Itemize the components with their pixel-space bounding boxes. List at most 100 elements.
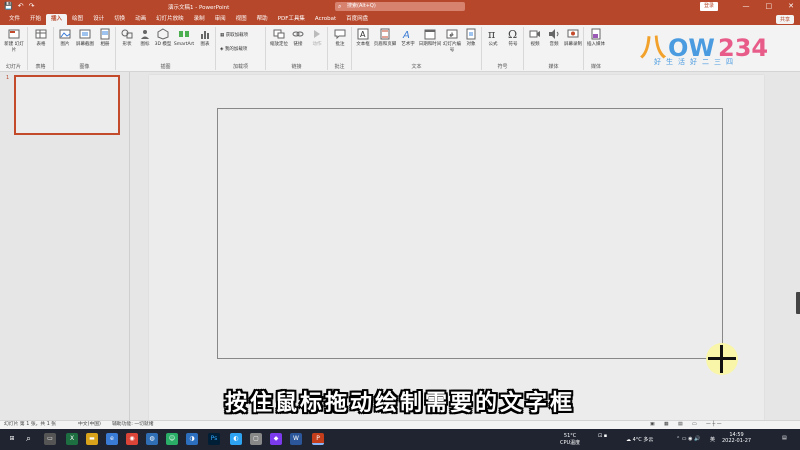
reading-view-icon[interactable]: ▤: [678, 421, 683, 429]
slide-sorter-icon[interactable]: ▦: [664, 421, 669, 429]
app-icon-2[interactable]: ▢: [250, 433, 262, 445]
search-box[interactable]: ⌕ 搜索(Alt+Q): [335, 2, 465, 11]
accessibility-status[interactable]: 辅助功能: 一切就绪: [112, 421, 154, 429]
new-slide-icon: [8, 29, 20, 39]
tray-icons[interactable]: ⊡ ▪: [598, 433, 607, 439]
tab-home[interactable]: 开始: [25, 14, 46, 25]
3d-models-button[interactable]: 3D 模型: [152, 28, 174, 48]
textbox-draw-frame[interactable]: [217, 108, 723, 359]
chart-button[interactable]: 图表: [194, 28, 216, 48]
clock[interactable]: 14:59 2022-01-27: [722, 432, 751, 444]
tab-design[interactable]: 设计: [88, 14, 109, 25]
window-controls: — □ ✕: [743, 1, 795, 12]
new-slide-button[interactable]: 新建 幻灯片: [3, 28, 25, 53]
slideshow-icon[interactable]: ▭: [692, 421, 697, 429]
tab-review[interactable]: 审阅: [210, 14, 231, 25]
search-placeholder: 搜索(Alt+Q): [347, 3, 376, 9]
chat-app-icon[interactable]: ◑: [186, 433, 198, 445]
header-footer-button[interactable]: 页眉和页脚: [372, 28, 398, 48]
edge-icon[interactable]: e: [106, 433, 118, 445]
action-icon: [314, 30, 320, 38]
tab-insert[interactable]: 插入: [46, 14, 68, 25]
equation-label: 公式: [488, 42, 498, 47]
weather-text: 4°C 多云: [632, 437, 654, 443]
zoom-label: 缩放定位: [270, 42, 288, 47]
powerpoint-icon[interactable]: P: [312, 433, 324, 445]
document-title: 演示文稿1 - PowerPoint: [168, 5, 230, 11]
symbol-button[interactable]: Ω 符号: [502, 28, 524, 48]
app-icon[interactable]: ◐: [230, 433, 242, 445]
minimize-button[interactable]: —: [743, 1, 750, 12]
slide-number-icon: #: [446, 29, 458, 39]
album-button[interactable]: 相册: [94, 28, 116, 48]
group-media: 视频 音频 屏幕录制 媒体: [524, 27, 584, 70]
comment-icon: [334, 29, 346, 40]
screen-record-icon: [567, 29, 579, 38]
normal-view-icon[interactable]: ▣: [650, 421, 655, 429]
wordart-icon: A: [402, 30, 410, 40]
zoom-slider[interactable]: — ┼ —: [706, 421, 722, 429]
wordart-button[interactable]: A 艺术字: [397, 28, 419, 48]
my-addins-button[interactable]: ◈ 我的加载项: [220, 46, 247, 52]
tab-view[interactable]: 视图: [231, 14, 252, 25]
excel-icon[interactable]: X: [66, 433, 78, 445]
tab-pdf-tools[interactable]: PDF工具集: [273, 14, 310, 25]
table-button[interactable]: 表格: [30, 28, 52, 48]
comment-button[interactable]: 批注: [329, 28, 351, 48]
screen-recording-button[interactable]: 屏幕录制: [562, 28, 584, 48]
file-explorer-icon[interactable]: ▬: [86, 433, 98, 445]
notification-icon[interactable]: ▤: [782, 435, 787, 441]
wechat-icon[interactable]: ☺: [166, 433, 178, 445]
redo-icon[interactable]: ↷: [29, 2, 35, 11]
system-tray-icons[interactable]: ⌃ ▭ ◉ 🔊: [676, 436, 700, 442]
tab-file[interactable]: 文件: [4, 14, 25, 25]
task-view-icon[interactable]: ▭: [44, 433, 56, 445]
pictures-button[interactable]: 图片: [54, 28, 76, 48]
object-button[interactable]: 对象: [460, 28, 482, 48]
tab-help[interactable]: 帮助: [252, 14, 273, 25]
group-comments: 批注 批注: [328, 27, 352, 70]
tab-draw[interactable]: 绘图: [67, 14, 88, 25]
start-icon[interactable]: ⊞: [6, 433, 18, 445]
app-icon-3[interactable]: ◆: [270, 433, 282, 445]
maximize-button[interactable]: □: [766, 1, 773, 12]
tab-animations[interactable]: 动画: [130, 14, 151, 25]
insert-media-button[interactable]: 插入媒体: [585, 28, 607, 48]
smartart-icon: [179, 31, 189, 37]
tab-acrobat[interactable]: Acrobat: [310, 14, 341, 25]
tutorial-caption: 按住鼠标拖动绘制需要的文字框: [224, 391, 575, 416]
object-icon: [466, 28, 476, 40]
close-button[interactable]: ✕: [788, 1, 794, 12]
group-tables: 表格 表格: [28, 27, 54, 70]
search-icon[interactable]: ⌕: [26, 434, 31, 444]
chrome-icon[interactable]: ◉: [126, 433, 138, 445]
smartart-button[interactable]: SmartArt: [172, 28, 196, 48]
photoshop-icon[interactable]: Ps: [208, 433, 220, 445]
ime-indicator[interactable]: 英: [710, 436, 715, 443]
textbox-icon: A: [357, 28, 369, 40]
share-button[interactable]: 共享: [775, 15, 794, 24]
cube-icon: [157, 28, 169, 40]
tab-baidu-netdisk[interactable]: 百度网盘: [341, 14, 373, 25]
action-button[interactable]: 动作: [306, 28, 328, 48]
album-icon: [100, 28, 110, 40]
slide-thumbnail[interactable]: [14, 75, 120, 135]
save-icon[interactable]: 💾: [4, 2, 13, 11]
textbox-button[interactable]: A 文本框: [352, 28, 374, 48]
cpu-temp-widget[interactable]: 51°C CPU温度: [560, 433, 580, 446]
language-indicator[interactable]: 中文(中国): [78, 421, 101, 429]
my-addins-label: 我的加载项: [224, 47, 248, 52]
undo-icon[interactable]: ↶: [18, 2, 24, 11]
equation-button[interactable]: π 公式: [482, 28, 504, 48]
tab-transitions[interactable]: 切换: [109, 14, 130, 25]
tab-slideshow[interactable]: 幻灯片放映: [151, 14, 189, 25]
signin-button[interactable]: 登录: [700, 2, 719, 11]
screenshot-button[interactable]: 屏幕截图: [74, 28, 96, 48]
word-icon[interactable]: W: [290, 433, 302, 445]
tab-record[interactable]: 录制: [189, 14, 210, 25]
side-panel-handle[interactable]: [796, 292, 800, 314]
date-time-button[interactable]: 日期和时间: [417, 28, 443, 48]
get-addins-button[interactable]: ▦ 获取加载项: [220, 32, 248, 38]
weather-widget[interactable]: ☁ 4°C 多云: [626, 436, 653, 443]
blue-app-icon[interactable]: ◍: [146, 433, 158, 445]
